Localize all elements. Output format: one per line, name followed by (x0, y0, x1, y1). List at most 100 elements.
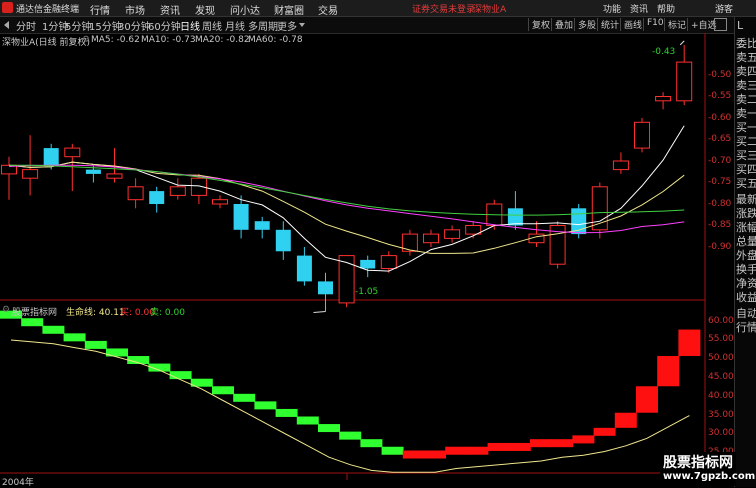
candle-body-up (612, 160, 629, 171)
ind-y-tick: 30.00 (708, 428, 734, 438)
ind-bar-down (63, 333, 86, 342)
ind-bar-down (84, 340, 107, 349)
ind-bar-down (212, 386, 234, 395)
sell-label: 卖: 0.00 (150, 308, 185, 318)
ind-bar-down (233, 393, 256, 402)
ind-bar-up (614, 412, 637, 428)
ind-bar-down (275, 408, 298, 417)
panel-label: 委比 (736, 37, 756, 50)
panel-label: 卖四 (736, 65, 756, 78)
panel-label: 卖二 (736, 93, 756, 106)
ind-bar-up (466, 446, 489, 455)
year-label: 2004年 (2, 478, 34, 488)
candle-body-up (634, 121, 650, 149)
ind-y-tick: 35.00 (708, 410, 734, 420)
candle-body-up (106, 173, 123, 179)
ind-y-tick: 40.00 (708, 391, 734, 401)
ind-y-tick: 50.00 (708, 353, 734, 363)
panel-label: 涨幅 (736, 221, 756, 234)
panel-label: 买一 (736, 121, 756, 134)
ind-bar-up (678, 329, 701, 357)
panel-label: 净资 (736, 277, 756, 290)
candle-body-up (444, 229, 461, 239)
ind-bar-down (42, 325, 65, 334)
candle-body-up (655, 96, 672, 102)
panel-label: 买二 (736, 135, 756, 148)
candle-body-up (127, 186, 144, 201)
indicator-title: 股票指标网 (12, 308, 58, 318)
panel-label: 买三 (736, 149, 756, 162)
y-tick: -0.60 (708, 113, 732, 123)
high-price-label: -0.43 (652, 47, 676, 57)
low-price-label: -1.05 (355, 287, 379, 297)
y-tick: -0.85 (708, 220, 732, 230)
ma5-line (8, 125, 685, 272)
ind-bar-down (381, 446, 404, 455)
panel-label: 总量 (736, 235, 756, 248)
candle-body-up (64, 147, 81, 158)
candle-body-down (360, 259, 376, 269)
ind-bar-up (551, 439, 574, 448)
candle-body-down (296, 255, 312, 282)
ind-bar-up (657, 356, 680, 387)
candle-body-down (233, 204, 249, 230)
panel-label: 换手 (736, 263, 756, 276)
y-tick: -0.70 (708, 156, 732, 166)
lifeline-label: 生命线: 40.11 (66, 308, 125, 318)
y-tick: -0.50 (708, 70, 732, 80)
ma60-line (8, 164, 685, 216)
ind-bar-up (487, 442, 510, 451)
candle-body-up (22, 169, 39, 179)
panel-label: 最新 (736, 193, 756, 206)
panel-marker: L (737, 19, 744, 32)
ind-bar-up (445, 446, 468, 455)
panel-label: 卖三 (736, 79, 756, 92)
watermark-url: www.7gpzb.com (663, 471, 756, 482)
ind-bar-up (424, 450, 446, 459)
candle-body-up (169, 186, 186, 196)
candle-body-up (380, 255, 397, 270)
low-pointer (313, 311, 326, 313)
y-tick: -0.90 (708, 242, 732, 252)
y-tick: -0.65 (708, 134, 732, 144)
candle-body-down (43, 148, 59, 166)
ind-bar-up (636, 386, 658, 413)
candle-body-up (212, 199, 228, 205)
ind-y-tick: 60.00 (708, 316, 734, 326)
quote-side-panel: L 委比 卖五 卖四 卖三 卖二 卖一 买一 买二 买三 买四 买五 最新 涨跌… (734, 17, 756, 487)
lifeline-line (10, 339, 690, 473)
auto-quote-toggle[interactable]: 自动 (736, 307, 756, 320)
panel-label: 卖五 (736, 51, 756, 64)
watermark: 股票指标网 www.7gpzb.com (660, 452, 755, 486)
ind-bar-up (593, 427, 616, 436)
panel-label: 外盘 (736, 249, 756, 262)
auto-quote-toggle-2[interactable]: 行情 (736, 321, 756, 334)
high-pointer (679, 40, 685, 46)
ind-bar-down (339, 431, 362, 440)
watermark-title: 股票指标网 (663, 455, 733, 471)
candle-body-down (507, 208, 523, 226)
panel-label: 涨跌 (736, 207, 756, 220)
candle-body-down (275, 229, 291, 252)
ind-bar-down (296, 416, 319, 425)
ind-bar-up (572, 435, 595, 444)
ind-bar-down (318, 424, 340, 433)
panel-label: 收益 (736, 291, 756, 304)
y-tick: -0.55 (708, 91, 732, 101)
y-tick: -0.75 (708, 177, 732, 187)
gear-icon[interactable]: ⚙ (2, 305, 10, 315)
candle-body-down (254, 221, 270, 230)
panel-label: 卖一 (736, 107, 756, 120)
candle-body-up (423, 233, 439, 244)
candle-body-down (318, 281, 333, 295)
candle-body-up (676, 61, 693, 102)
panel-label: 买五 (736, 177, 756, 190)
ind-bar-up (508, 442, 531, 451)
ind-bar-up (402, 450, 425, 459)
ind-bar-down (21, 318, 44, 327)
ind-y-tick: 45.00 (708, 372, 734, 382)
panel-label: 买四 (736, 163, 756, 176)
kline-chart[interactable] (0, 0, 756, 487)
ind-y-tick: 55.00 (708, 334, 734, 344)
ind-bar-down (360, 439, 383, 448)
